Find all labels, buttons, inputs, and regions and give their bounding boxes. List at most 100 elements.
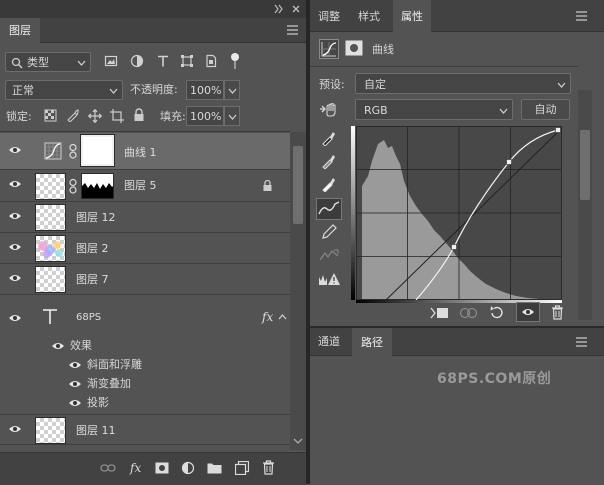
blend-mode-select[interactable]: 正常 xyxy=(5,80,123,100)
layer-row-7[interactable]: 图层 7 xyxy=(0,264,290,295)
panel-menu-icon[interactable] xyxy=(576,11,588,21)
curves-graph[interactable] xyxy=(356,126,562,300)
visibility-eye-icon[interactable] xyxy=(68,398,82,408)
lock-icon xyxy=(262,179,273,192)
filter-smart-object-icon[interactable] xyxy=(204,54,218,68)
on-image-adjust-hand-icon[interactable] xyxy=(318,101,338,117)
channel-select[interactable]: RGB xyxy=(355,99,513,120)
visibility-eye-icon[interactable] xyxy=(8,211,22,221)
filter-text-icon[interactable] xyxy=(156,54,170,68)
new-group-folder-icon[interactable] xyxy=(207,462,222,474)
filter-shape-icon[interactable] xyxy=(180,54,194,68)
visibility-eye-icon[interactable] xyxy=(8,242,22,252)
layers-scrollbar[interactable] xyxy=(290,132,306,450)
chevron-up-icon[interactable] xyxy=(278,313,287,322)
collapse-icon[interactable] xyxy=(274,4,284,14)
tab-label: 属性 xyxy=(401,9,423,23)
link-chain-icon[interactable] xyxy=(69,179,77,194)
close-icon[interactable] xyxy=(291,4,301,14)
chevron-down-icon xyxy=(228,114,236,120)
curve-edit-points-icon[interactable] xyxy=(316,198,342,220)
auto-button[interactable]: 自动 xyxy=(521,99,570,120)
filter-toggle-icon[interactable] xyxy=(230,52,240,70)
preset-label: 预设: xyxy=(319,78,345,91)
white-point-eyedropper-icon[interactable] xyxy=(321,176,337,192)
view-previous-state-icon[interactable] xyxy=(459,307,479,319)
curve-control-point[interactable] xyxy=(451,244,457,250)
curve-control-point[interactable] xyxy=(555,127,561,133)
lock-artboard-icon[interactable] xyxy=(110,109,124,123)
layer-row-12[interactable]: 图层 12 xyxy=(0,202,290,233)
tab-channels[interactable]: 通道 xyxy=(310,328,348,355)
layer-row-curves-1[interactable]: 曲线 1 xyxy=(0,133,290,170)
auto-button-label: 自动 xyxy=(534,103,557,116)
black-point-eyedropper-icon[interactable] xyxy=(321,130,337,146)
layer-row-text-68ps[interactable]: 68PS fx xyxy=(0,296,290,336)
add-fx-icon[interactable]: fx xyxy=(129,461,145,475)
clip-to-layer-icon[interactable] xyxy=(429,306,449,320)
visibility-eye-icon[interactable] xyxy=(68,379,82,389)
visibility-eye-icon[interactable] xyxy=(8,179,22,189)
visibility-eye-icon[interactable] xyxy=(8,424,22,434)
add-mask-icon[interactable] xyxy=(155,462,169,474)
tab-adjustments[interactable]: 调整 xyxy=(310,0,348,32)
layer-row-5[interactable]: 图层 5 xyxy=(0,170,290,202)
preset-select[interactable]: 自定 xyxy=(355,73,571,94)
mask-mode-icon[interactable] xyxy=(345,40,363,56)
tab-paths[interactable]: 路径 xyxy=(352,328,392,356)
visibility-eye-icon[interactable] xyxy=(8,273,22,283)
layer-row-2[interactable]: 图层 2 xyxy=(0,233,290,264)
visibility-eye-icon[interactable] xyxy=(68,360,82,370)
link-layers-icon[interactable] xyxy=(100,463,116,473)
curves-mode-icon[interactable] xyxy=(319,39,339,59)
visibility-eye-icon[interactable] xyxy=(8,145,22,155)
panel-menu-icon[interactable] xyxy=(576,337,588,347)
layer-filter-select[interactable]: 类型 xyxy=(5,52,91,72)
scrollbar-thumb[interactable] xyxy=(293,146,303,224)
visibility-eye-icon xyxy=(522,309,534,315)
lock-transparent-icon[interactable] xyxy=(44,109,57,122)
reset-icon[interactable] xyxy=(489,305,504,320)
filter-pixel-icon[interactable] xyxy=(104,54,118,68)
pencil-draw-icon[interactable] xyxy=(321,224,337,240)
new-layer-icon[interactable] xyxy=(235,461,249,475)
trash-icon[interactable] xyxy=(262,460,275,475)
tab-styles[interactable]: 样式 xyxy=(350,0,388,32)
trash-icon[interactable] xyxy=(551,305,564,320)
link-chain-icon[interactable] xyxy=(69,144,77,159)
fill-input[interactable]: 100% xyxy=(186,106,224,126)
opacity-input[interactable]: 100% xyxy=(186,80,224,100)
layer-mask-thumbnail[interactable] xyxy=(80,134,115,167)
curve-control-point[interactable] xyxy=(506,159,512,165)
toggle-visibility-button[interactable] xyxy=(516,302,540,322)
curves-graph-svg[interactable] xyxy=(356,126,562,300)
gray-point-eyedropper-icon[interactable] xyxy=(321,153,337,169)
smooth-curve-icon[interactable] xyxy=(319,248,339,262)
layer-mask-thumbnail[interactable] xyxy=(81,173,114,199)
effect-item-shadow[interactable]: 投影 xyxy=(0,394,290,413)
lock-pixels-icon[interactable] xyxy=(66,109,79,122)
properties-title: 曲线 xyxy=(372,43,394,56)
visibility-eye-icon[interactable] xyxy=(8,313,22,323)
visibility-eye-icon[interactable] xyxy=(51,341,65,351)
properties-scrollbar[interactable] xyxy=(578,90,592,320)
effects-fx-icon[interactable]: fx xyxy=(262,311,273,323)
layer-row-11[interactable]: 图层 11 xyxy=(0,414,290,445)
effect-item-bevel[interactable]: 斜面和浮雕 xyxy=(0,356,290,375)
panel-menu-icon[interactable] xyxy=(287,25,299,35)
lock-position-icon[interactable] xyxy=(88,109,102,123)
scroll-down-icon[interactable] xyxy=(293,437,303,445)
new-adjustment-icon[interactable] xyxy=(181,461,195,475)
tab-layers[interactable]: 图层 xyxy=(0,18,40,43)
effects-group[interactable]: 效果 xyxy=(0,337,290,356)
fill-dropdown-button[interactable] xyxy=(224,106,240,126)
scrollbar-thumb[interactable] xyxy=(580,130,590,200)
clipping-warning-icon[interactable] xyxy=(318,272,340,286)
filter-adjustment-icon[interactable] xyxy=(130,54,144,68)
layer-name: 曲线 1 xyxy=(124,146,157,159)
lock-all-icon[interactable] xyxy=(133,108,145,122)
effect-item-gradient[interactable]: 渐变叠加 xyxy=(0,375,290,394)
layer-name: 68PS xyxy=(76,312,102,323)
tab-properties[interactable]: 属性 xyxy=(393,0,431,32)
opacity-dropdown-button[interactable] xyxy=(224,80,240,100)
